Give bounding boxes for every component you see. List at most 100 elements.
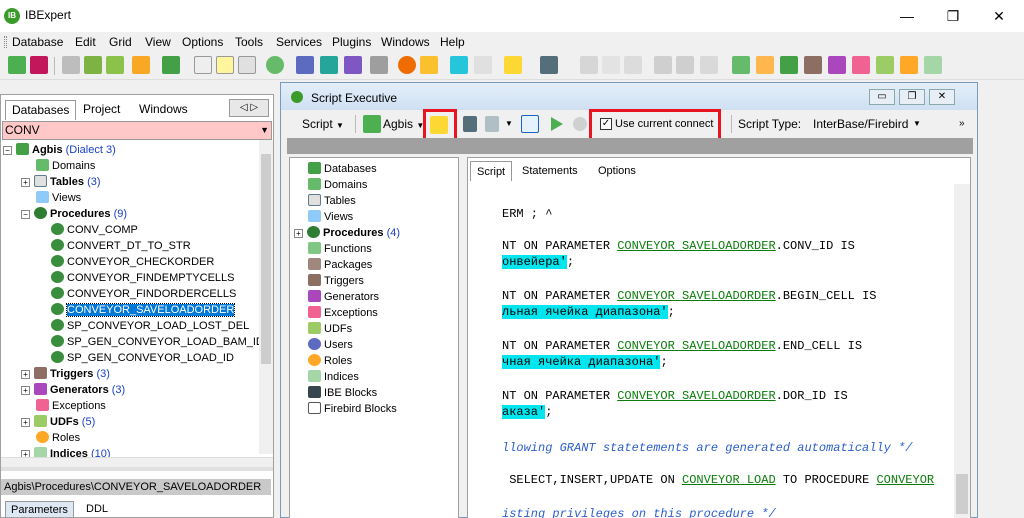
create-role-icon[interactable]: [900, 56, 918, 74]
create-generator-icon[interactable]: [828, 56, 846, 74]
tab-script[interactable]: Script: [470, 161, 513, 181]
open-folder-icon[interactable]: [430, 116, 448, 134]
menu-view[interactable]: View: [145, 35, 171, 49]
tab-ddl[interactable]: DDL: [81, 501, 113, 517]
script-menu-button[interactable]: Script ▼: [302, 112, 344, 136]
procedure-item[interactable]: CONVEYOR_CHECKORDER: [51, 254, 214, 270]
unregister-db-icon[interactable]: [30, 56, 48, 74]
obj-indices[interactable]: Indices: [308, 369, 359, 385]
find-icon[interactable]: [654, 56, 672, 74]
disconnect-icon[interactable]: [62, 56, 80, 74]
tree-item-domains[interactable]: Domains: [36, 158, 95, 174]
obj-procedures[interactable]: + Procedures (4): [294, 225, 400, 241]
split-view-icon[interactable]: [521, 115, 539, 133]
procedure-item[interactable]: CONVERT_DT_TO_STR: [51, 238, 191, 254]
obj-udfs[interactable]: UDFs: [308, 321, 352, 337]
code-object-link[interactable]: CONVEYOR SAVELOADORDER: [617, 389, 775, 403]
tree-item-views[interactable]: Views: [36, 190, 81, 206]
procedure-item[interactable]: CONV_COMP: [51, 222, 138, 238]
save-icon[interactable]: [463, 116, 477, 132]
menu-help[interactable]: Help: [440, 35, 465, 49]
tree-root-agbis[interactable]: − Agbis (Dialect 3): [3, 142, 116, 158]
sort-icon[interactable]: [700, 56, 718, 74]
code-object-link[interactable]: CONVEYOR: [876, 473, 934, 487]
create-procedure-icon[interactable]: [780, 56, 798, 74]
code-object-link[interactable]: CONVEYOR LOAD: [682, 473, 776, 487]
child-minimize-icon[interactable]: ▭: [869, 89, 895, 105]
collapse-icon[interactable]: −: [21, 210, 30, 219]
user-manager-icon[interactable]: [398, 56, 416, 74]
nav-arrows-icon[interactable]: ◁ ▷: [229, 99, 269, 117]
tab-parameters[interactable]: Parameters: [5, 501, 74, 517]
obj-users[interactable]: Users: [308, 337, 353, 353]
reconnect-icon[interactable]: [106, 56, 124, 74]
obj-tables[interactable]: Tables: [308, 193, 356, 209]
obj-views[interactable]: Views: [308, 209, 353, 225]
obj-firebird-blocks[interactable]: Firebird Blocks: [308, 401, 397, 417]
menu-database[interactable]: Database: [12, 35, 63, 49]
procedure-item[interactable]: CONVEYOR_FINDEMPTYCELLS: [51, 270, 234, 286]
obj-databases[interactable]: Databases: [308, 161, 377, 177]
editor-scrollbar[interactable]: [954, 184, 970, 518]
key-icon[interactable]: [420, 56, 438, 74]
save-icon[interactable]: [540, 56, 558, 74]
copy-icon[interactable]: [602, 56, 620, 74]
export-icon[interactable]: [162, 56, 180, 74]
register-db-icon[interactable]: [8, 56, 26, 74]
tree-item-generators[interactable]: + Generators (3): [21, 382, 125, 398]
stop-icon[interactable]: [573, 117, 587, 131]
chevron-down-icon[interactable]: ▼: [505, 112, 513, 136]
code-object-link[interactable]: CONVEYOR SAVELOADORDER: [617, 239, 775, 253]
obj-exceptions[interactable]: Exceptions: [308, 305, 378, 321]
expand-icon[interactable]: +: [21, 178, 30, 187]
tree-item-exceptions[interactable]: Exceptions: [36, 398, 106, 414]
paste-icon[interactable]: [624, 56, 642, 74]
script-code-editor[interactable]: ERM ; ^ NT ON PARAMETER CONVEYOR SAVELOA…: [470, 184, 954, 518]
collapse-icon[interactable]: −: [3, 146, 12, 155]
tree-item-triggers[interactable]: + Triggers (3): [21, 366, 110, 382]
refresh-icon[interactable]: [266, 56, 284, 74]
chevron-down-icon[interactable]: ▼: [260, 122, 269, 139]
obj-triggers[interactable]: Triggers: [308, 273, 364, 289]
obj-generators[interactable]: Generators: [308, 289, 379, 305]
database-select-button[interactable]: Agbis ▼: [383, 112, 424, 136]
scrollbar-thumb[interactable]: [261, 154, 271, 364]
create-exception-icon[interactable]: [852, 56, 870, 74]
create-udf-icon[interactable]: [876, 56, 894, 74]
cut-icon[interactable]: [580, 56, 598, 74]
maximize-icon[interactable]: ❐: [930, 0, 976, 32]
open-folder-icon[interactable]: [504, 56, 522, 74]
expand-icon[interactable]: +: [21, 418, 30, 427]
obj-ibe-blocks[interactable]: IBE Blocks: [308, 385, 377, 401]
query-builder-icon[interactable]: [320, 56, 338, 74]
obj-domains[interactable]: Domains: [308, 177, 367, 193]
tree-item-procedures[interactable]: − Procedures (9): [21, 206, 127, 222]
menu-options[interactable]: Options: [182, 35, 223, 49]
edit-document-icon[interactable]: [216, 56, 234, 74]
procedure-item[interactable]: SP_GEN_CONVEYOR_LOAD_ID: [51, 350, 234, 366]
menu-edit[interactable]: Edit: [75, 35, 96, 49]
run-icon[interactable]: [551, 117, 563, 131]
tree-item-roles[interactable]: Roles: [36, 430, 80, 446]
copy-document-icon[interactable]: [238, 56, 256, 74]
tree-item-tables[interactable]: + Tables (3): [21, 174, 101, 190]
obj-functions[interactable]: Functions: [308, 241, 372, 257]
new-document-icon[interactable]: [194, 56, 212, 74]
expand-icon[interactable]: +: [21, 370, 30, 379]
tree-scrollbar[interactable]: [259, 140, 273, 454]
chevron-down-icon[interactable]: ▼: [913, 112, 921, 136]
database-icon[interactable]: [132, 56, 150, 74]
grid-icon[interactable]: [474, 56, 492, 74]
database-combo[interactable]: CONV ▼: [2, 121, 272, 140]
connect-icon[interactable]: [84, 56, 102, 74]
sql-editor-icon[interactable]: [296, 56, 314, 74]
minimize-icon[interactable]: —: [884, 0, 930, 32]
obj-packages[interactable]: Packages: [308, 257, 372, 273]
monitor-icon[interactable]: [450, 56, 468, 74]
close-icon[interactable]: ✕: [976, 0, 1022, 32]
menu-services[interactable]: Services: [276, 35, 322, 49]
procedure-item[interactable]: CONVEYOR_FINDORDERCELLS: [51, 286, 236, 302]
child-restore-icon[interactable]: ❐: [899, 89, 925, 105]
tab-options[interactable]: Options: [592, 161, 642, 181]
tab-databases[interactable]: Databases: [5, 100, 77, 120]
